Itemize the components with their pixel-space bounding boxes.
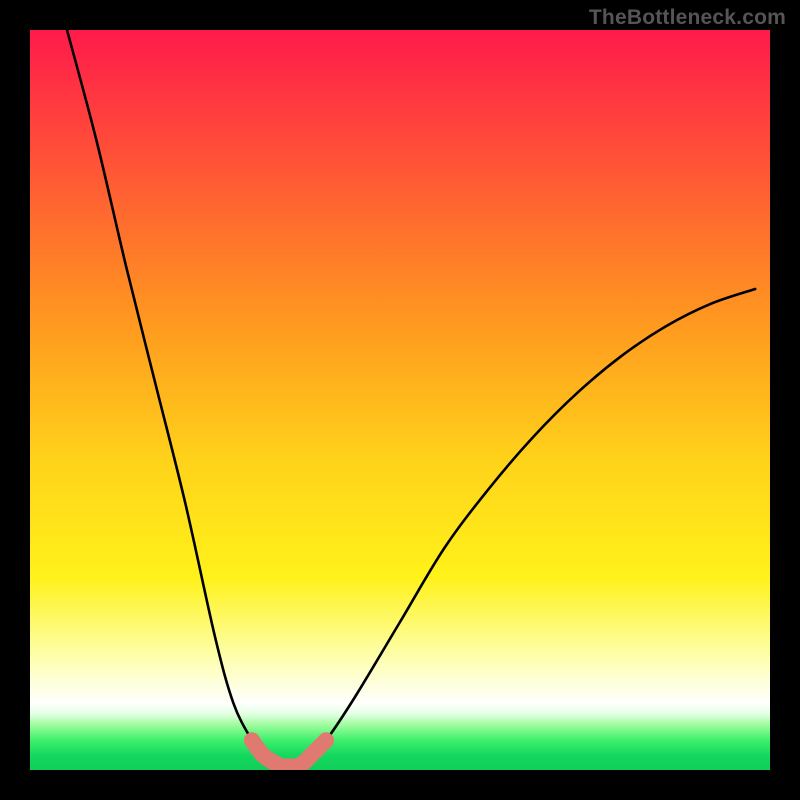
bottleneck-curve	[67, 30, 755, 767]
image-frame: TheBottleneck.com	[0, 0, 800, 800]
watermark-text: TheBottleneck.com	[589, 6, 786, 30]
highlight-dots	[244, 732, 334, 748]
highlight-band	[252, 740, 326, 766]
chart-background	[30, 30, 770, 770]
chart-svg	[30, 30, 770, 770]
